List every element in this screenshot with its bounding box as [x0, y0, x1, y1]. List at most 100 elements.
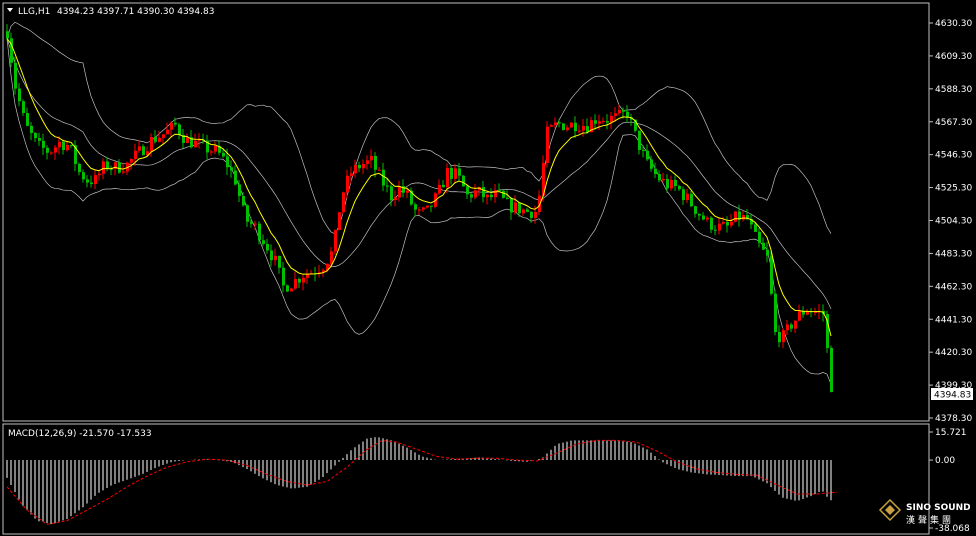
macd-axis-label: 15.721 — [935, 428, 967, 438]
candle-body — [54, 147, 57, 153]
candle-body — [170, 122, 173, 130]
macd-signal-line — [6, 439, 838, 525]
candle-body — [726, 222, 729, 226]
candle-body — [610, 115, 613, 123]
candle-body — [546, 126, 549, 163]
candle-body — [706, 217, 709, 220]
candle-body — [510, 198, 513, 213]
candle-body — [710, 217, 713, 230]
candle-body — [342, 192, 345, 213]
candle-body — [386, 185, 389, 187]
bollinger-bands — [6, 21, 832, 385]
candle-body — [666, 178, 669, 189]
candle-body — [534, 212, 537, 218]
price-label: 4420.30 — [935, 348, 972, 358]
candle-body — [614, 113, 617, 116]
price-label: 4462.30 — [935, 282, 972, 292]
candle-body — [594, 120, 597, 124]
candle-body — [382, 169, 385, 186]
candle-body — [154, 137, 157, 142]
candle-body — [86, 179, 89, 183]
candle-body — [714, 229, 717, 231]
candle-body — [758, 231, 761, 243]
candle-body — [686, 193, 689, 201]
candle-body — [62, 141, 65, 151]
candle-body — [494, 190, 497, 198]
ma-line — [6, 38, 832, 337]
candle-body — [426, 205, 429, 208]
candle-body — [830, 347, 833, 393]
candle-body — [298, 279, 301, 283]
price-label: 4441.30 — [935, 315, 972, 325]
candle-body — [766, 249, 769, 256]
candle-body — [302, 277, 305, 283]
candle-body — [274, 255, 277, 261]
candle-body — [438, 184, 441, 194]
candle-body — [694, 206, 697, 214]
signal-line — [6, 439, 838, 525]
candle-body — [794, 320, 797, 329]
candle-body — [566, 127, 569, 131]
candle-body — [70, 144, 73, 146]
candle-body — [526, 209, 529, 212]
price-label: 4609.30 — [935, 52, 972, 62]
candle-body — [234, 170, 237, 185]
candle-body — [374, 155, 377, 170]
candle-body — [94, 175, 97, 184]
candle-body — [506, 197, 509, 199]
candle-body — [622, 109, 625, 112]
symbol-label: LLG,H1 — [18, 7, 50, 17]
candle-body — [266, 243, 269, 251]
candle-body — [390, 186, 393, 201]
candle-body — [242, 195, 245, 206]
candle-body — [406, 190, 409, 193]
logo-text-en: SINO SOUND — [906, 503, 970, 513]
candle-body — [458, 168, 461, 176]
candle-body — [654, 168, 657, 175]
candle-body — [194, 140, 197, 148]
candlesticks — [6, 24, 833, 393]
candle-body — [514, 202, 517, 213]
candle-body — [474, 190, 477, 198]
candle-body — [162, 134, 165, 138]
price-label: 4525.30 — [935, 184, 972, 194]
candle-body — [42, 140, 45, 148]
macd-axis-label: 0.00 — [935, 456, 955, 466]
candle-body — [658, 174, 661, 181]
logo-text-cn: 漢聲集團 — [906, 514, 954, 526]
candle-body — [678, 186, 681, 190]
candle-body — [346, 175, 349, 193]
candle-body — [366, 160, 369, 164]
price-label: 4567.30 — [935, 118, 972, 128]
candle-body — [370, 155, 373, 161]
candle-body — [10, 38, 13, 63]
candle-body — [278, 255, 281, 268]
candle-body — [582, 126, 585, 131]
candle-body — [82, 172, 85, 180]
candle-body — [482, 187, 485, 198]
candle-body — [102, 161, 105, 174]
candle-body — [158, 137, 161, 142]
candle-body — [754, 224, 757, 232]
ohlc-values: 4394.23 4397.71 4390.30 4394.83 — [57, 7, 214, 17]
candle-body — [394, 197, 397, 201]
candle-body — [562, 123, 565, 131]
dropdown-triangle-icon[interactable] — [7, 8, 13, 12]
candle-body — [422, 207, 425, 210]
candle-body — [778, 331, 781, 343]
candle-body — [454, 168, 457, 179]
candle-body — [270, 250, 273, 261]
candle-body — [450, 167, 453, 179]
candle-body — [66, 144, 69, 151]
candle-body — [486, 194, 489, 198]
candle-body — [178, 124, 181, 135]
candle-body — [22, 101, 25, 114]
candle-body — [226, 156, 229, 168]
candle-body — [786, 324, 789, 331]
candle-body — [78, 163, 81, 173]
candle-body — [258, 223, 261, 241]
candle-body — [646, 150, 649, 160]
candle-body — [470, 194, 473, 198]
candle-body — [462, 175, 465, 187]
candle-body — [498, 190, 501, 192]
